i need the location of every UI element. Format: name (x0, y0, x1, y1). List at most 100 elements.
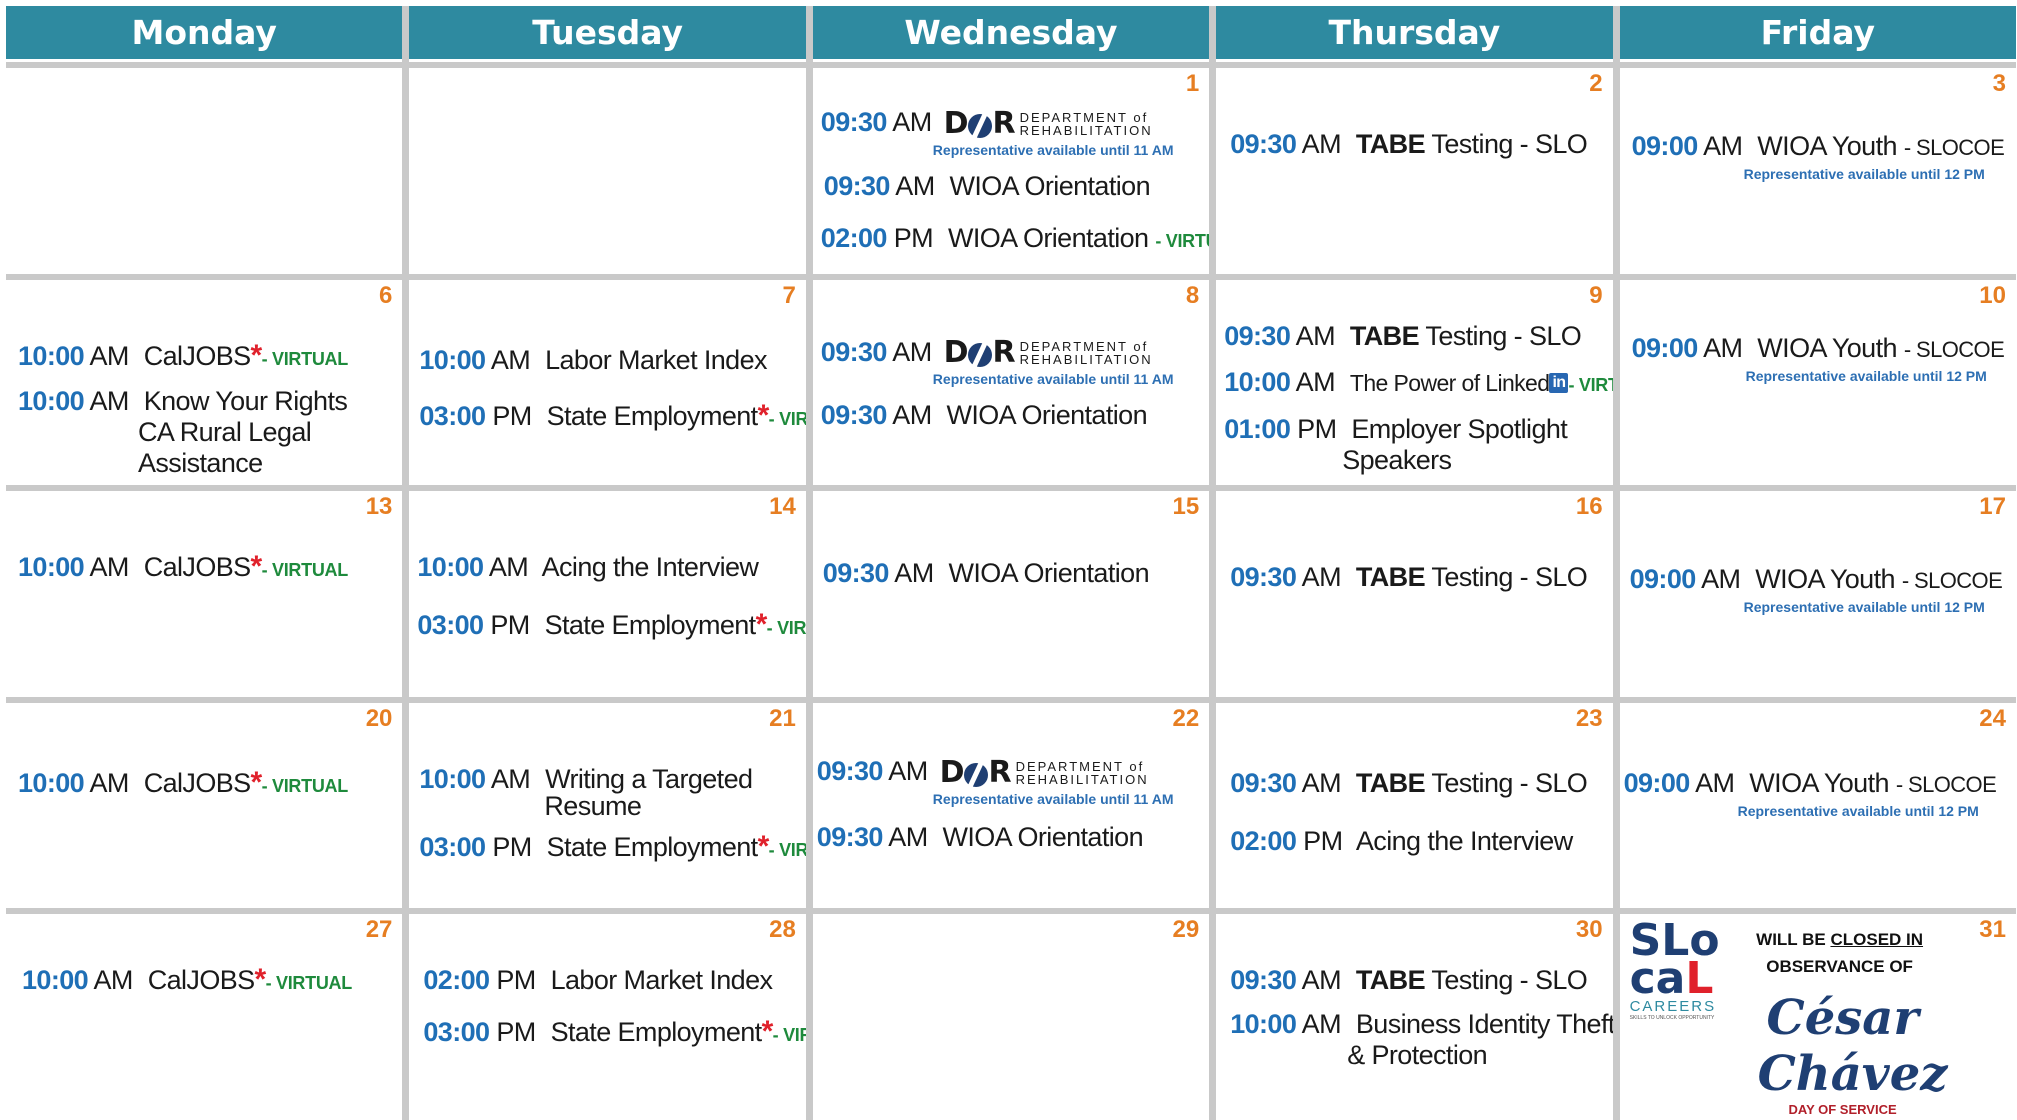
calendar-grid: Monday Tuesday Wednesday Thursday Friday… (6, 6, 2016, 1120)
event-wioa-youth[interactable]: 09:00 AM WIOA Youth - SLOCOE Representat… (1630, 563, 2010, 615)
event-tabe-testing[interactable]: 09:30 AM TABE Testing - SLO (1230, 767, 1606, 799)
day-number: 28 (769, 916, 796, 944)
event-state-employment[interactable]: 03:00 PM State Employment*- VIRTUAL (419, 399, 805, 435)
event-employer-spotlight[interactable]: 01:00 PM Employer Spotlight Speakers (1224, 413, 1606, 476)
header-wednesday: Wednesday (812, 6, 1210, 62)
event-caljobs[interactable]: 10:00 AM CalJOBS*- VIRTUAL (18, 766, 396, 802)
day-number: 30 (1575, 916, 1603, 944)
event-power-of-linkedin[interactable]: 10:00 AM The Power of Linkedin- VIRTUAL (1224, 366, 1612, 401)
day-number: 29 (1172, 916, 1200, 944)
day-cell-27[interactable]: 27 10:00 AM CalJOBS*- VIRTUAL (6, 914, 403, 1120)
event-wioa-orientation[interactable]: 09:30 AM WIOA Orientation (823, 557, 1203, 589)
day-cell-23[interactable]: 23 09:30 AM TABE Testing - SLO 02:00 PM … (1216, 702, 1613, 909)
day-cell-9[interactable]: 9 09:30 AM TABE Testing - SLO 10:00 AM T… (1216, 279, 1613, 486)
day-number: 13 (365, 493, 393, 521)
event-note: Representative available until 12 PM (1743, 166, 1985, 182)
day-number: 9 (1589, 281, 1603, 309)
event-tabe-testing[interactable]: 09:30 AM TABE Testing - SLO (1224, 320, 1606, 352)
event-know-your-rights[interactable]: 10:00 AM Know Your Rights CA Rural Legal… (18, 385, 396, 479)
day-cell-10[interactable]: 10 09:00 AM WIOA Youth - SLOCOE Represen… (1619, 279, 2016, 486)
day-number: 16 (1575, 493, 1603, 521)
day-number: 7 (782, 281, 796, 309)
virtual-tag: - VIRTUAL (261, 560, 349, 581)
event-caljobs[interactable]: 10:00 AM CalJOBS*- VIRTUAL (18, 339, 396, 375)
day-cell-7[interactable]: 7 10:00 AM Labor Market Index 03:00 PM S… (409, 279, 806, 486)
event-title: WIOA Orientation (947, 222, 1149, 253)
event-wioa-orientation[interactable]: 09:30 AM WIOA Orientation (821, 399, 1203, 431)
event-dor[interactable]: 09:30 AM D R DEPARTMENT of REHABILITATION Re… (821, 336, 1203, 388)
day-cell-16[interactable]: 16 09:30 AM TABE Testing - SLO (1216, 491, 1613, 697)
day-number: 14 (769, 493, 796, 521)
virtual-tag: - VIRTUAL (265, 973, 353, 994)
slocal-careers-logo: SLo caL CAREERS SKILLS TO UNLOCK OPPORTU… (1629, 915, 1720, 1022)
event-wioa-youth[interactable]: 09:00 AM WIOA Youth - SLOCOE Representat… (1632, 130, 2010, 182)
day-number: 31 (1979, 916, 2006, 944)
virtual-tag: - VIRTUAL (1155, 230, 1209, 251)
header-friday: Friday (1619, 6, 2016, 62)
virtual-tag: - VIRTUAL (1568, 374, 1612, 395)
day-number: 2 (1589, 70, 1603, 97)
day-cell-22[interactable]: 22 09:30 AM D R DEPARTMENT of REHABILITATION… (812, 702, 1210, 909)
event-wioa-orientation[interactable]: 09:30 AM WIOA Orientation (817, 821, 1203, 853)
event-labor-market-index[interactable]: 10:00 AM Labor Market Index (419, 344, 799, 376)
day-cell-2[interactable]: 2 09:30 AM TABE Testing - SLO (1216, 68, 1613, 274)
day-number: 17 (1979, 493, 2006, 521)
event-wioa-orientation[interactable]: 09:30 PMAM WIOA Orientation (824, 170, 1203, 202)
event-caljobs[interactable]: 10:00 AM CalJOBS*- VIRTUAL (22, 964, 396, 999)
header-thursday: Thursday (1216, 6, 1613, 62)
event-state-employment[interactable]: 03:00 PM State Employment*- VIRTUAL (417, 609, 805, 644)
event-time: 09:30 (820, 107, 888, 137)
dor-logo-icon: D R DEPARTMENT of REHABILITATION (943, 105, 1153, 141)
event-note: Representative available until 12 PM (1737, 802, 1979, 819)
day-number: 20 (365, 704, 393, 732)
event-wioa-youth[interactable]: 09:00 AM WIOA Youth - SLOCOE Representat… (1624, 767, 2010, 819)
day-cell-13[interactable]: 13 10:00 AM CalJOBS*- VIRTUAL (6, 491, 403, 697)
closure-notice: WILL BE CLOSED IN OBSERVANCE OF (1756, 930, 1924, 977)
day-cell-20[interactable]: 20 10:00 AM CalJOBS*- VIRTUAL (6, 702, 403, 909)
event-note: Representative available until 11 AM (932, 371, 1174, 388)
day-cell-28[interactable]: 28 02:00 PM Labor Market Index 03:00 PM … (409, 914, 806, 1120)
event-labor-market-index[interactable]: 02:00 PM Labor Market Index (423, 964, 799, 996)
day-cell-3[interactable]: 3 09:00 AM WIOA Youth - SLOCOE Represent… (1619, 68, 2016, 274)
event-acing-the-interview[interactable]: 10:00 AM Acing the Interview (417, 551, 799, 583)
day-cell-empty (409, 68, 806, 274)
day-cell-24[interactable]: 24 09:00 AM WIOA Youth - SLOCOE Represen… (1619, 702, 2016, 909)
day-cell-8[interactable]: 8 09:30 AM D R DEPARTMENT of REHABILITATION … (812, 279, 1210, 486)
event-state-employment[interactable]: 03:00 PM State Employment*- VIRTUAL (419, 830, 805, 866)
event-title: WIOA Orientation (949, 170, 1151, 201)
header-monday: Monday (6, 6, 403, 62)
day-number: 6 (379, 281, 393, 309)
day-cell-1[interactable]: 1 09:30 AM D R DEPARTMENT of REHABILITATION … (812, 68, 1210, 274)
day-number: 24 (1979, 704, 2006, 732)
day-cell-17[interactable]: 17 09:00 AM WIOA Youth - SLOCOE Represen… (1619, 491, 2016, 697)
day-cell-empty (6, 68, 403, 274)
event-state-employment[interactable]: 03:00 PM State Employment*- VIRTUAL (423, 1016, 805, 1051)
event-acing-the-interview[interactable]: 02:00 PM Acing the Interview (1230, 825, 1606, 857)
event-tabe-testing[interactable]: 09:30 AM TABE Testing - SLO (1230, 561, 1606, 593)
event-business-identity-theft[interactable]: 10:00 AM Business Identity Theft & Prote… (1230, 1008, 1612, 1071)
day-cell-31[interactable]: 31 SLo caL CAREERS SKILLS TO UNLOCK OPPO… (1619, 914, 2016, 1120)
event-writing-targeted-resume[interactable]: 10:00 AM Writing a Targeted Resume (419, 763, 799, 820)
event-caljobs[interactable]: 10:00 AM CalJOBS*- VIRTUAL (18, 551, 396, 586)
event-note: Representative available until 12 PM (1745, 367, 1987, 384)
dor-logo-icon: D R DEPARTMENT of REHABILITATION (939, 754, 1149, 790)
event-tabe-testing[interactable]: 09:30 AM TABE Testing - SLO (1230, 964, 1606, 996)
event-wioa-orientation-virtual[interactable]: 02:00 PM WIOA Orientation - VIRTUAL (821, 222, 1209, 257)
header-tuesday: Tuesday (409, 6, 806, 62)
day-cell-15[interactable]: 15 09:30 AM WIOA Orientation (812, 491, 1210, 697)
day-cell-14[interactable]: 14 10:00 AM Acing the Interview 03:00 PM… (409, 491, 806, 697)
event-dor[interactable]: 09:30 AM D R DEPARTMENT of REHABILITATION Re… (817, 755, 1203, 807)
virtual-tag: - VIRTUAL (261, 348, 349, 369)
event-note: Representative available until 11 AM (932, 790, 1174, 807)
event-dor[interactable]: 09:30 AM D R DEPARTMENT of REHABILITATION Re… (821, 106, 1203, 158)
virtual-tag: - VIRTUAL (261, 775, 349, 796)
virtual-tag: - VIRTUAL (768, 408, 806, 429)
event-wioa-youth[interactable]: 09:00 AM WIOA Youth - SLOCOE Representat… (1632, 332, 2010, 384)
event-tabe-testing[interactable]: 09:30 AM TABE Testing - SLO (1230, 128, 1606, 160)
day-cell-30[interactable]: 30 09:30 AM TABE Testing - SLO 10:00 AM … (1216, 914, 1613, 1120)
cesar-chavez-logo: César Chávez DAY OF SERVICE (1757, 990, 1948, 1118)
day-cell-21[interactable]: 21 10:00 AM Writing a Targeted Resume 03… (409, 702, 806, 909)
day-cell-6[interactable]: 6 10:00 AM CalJOBS*- VIRTUAL 10:00 AM Kn… (6, 279, 403, 486)
day-cell-29[interactable]: 29 (812, 914, 1210, 1120)
day-number: 23 (1575, 704, 1603, 732)
